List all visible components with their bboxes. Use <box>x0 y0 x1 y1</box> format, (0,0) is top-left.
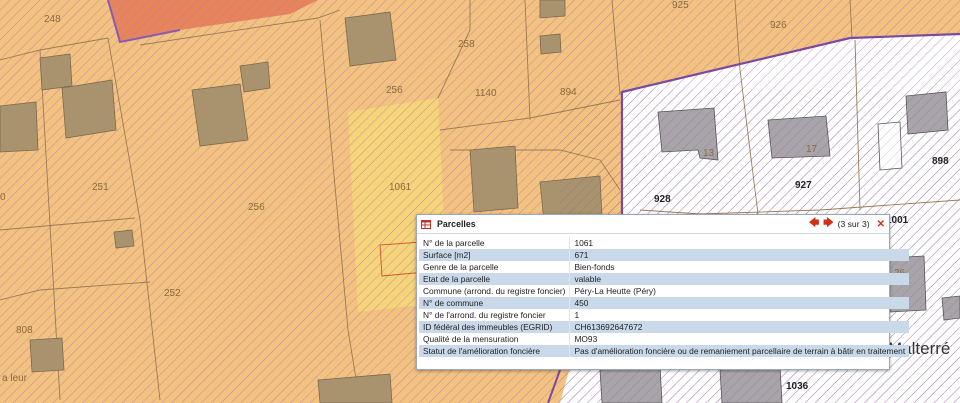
attribute-value: MO93 <box>569 333 910 345</box>
attribute-key: ID fédéral des immeubles (EGRID) <box>419 321 570 333</box>
table-row: Statut de l'amélioration foncière Pas d'a… <box>419 345 910 357</box>
attribute-key: Etat de la parcelle <box>419 273 570 285</box>
attribute-value: 450 <box>569 297 910 309</box>
parcel-label: 258 <box>458 39 475 50</box>
attribute-key: N° de commune <box>419 297 570 309</box>
parcel-label: 248 <box>44 14 61 25</box>
parcel-label: 928 <box>654 194 671 205</box>
edge-label: 0 <box>0 192 6 203</box>
table-row: N° de commune 450 <box>419 297 910 309</box>
parcel-label: 256 <box>248 202 265 213</box>
table-row: Qualité de la mensuration MO93 <box>419 333 910 345</box>
arrow-left-icon[interactable]: 🡄 <box>809 219 819 229</box>
parcel-label: 256 <box>386 85 403 96</box>
parcel-info-popup: Parcelles 🡄 🡆 (3 sur 3) ✕ N° de la parce… <box>416 214 910 370</box>
attribute-key: N° de l'arrond. du registre foncier <box>423 310 546 320</box>
attribute-key: Surface [m2] <box>419 249 570 261</box>
attribute-key: Statut de l'amélioration foncière <box>419 345 570 357</box>
attribute-value: 1061 <box>569 237 910 249</box>
parcel-label: 1061 <box>389 182 412 193</box>
attribute-value: Péry-La Heutte (Péry) <box>569 285 910 297</box>
table-row: Surface [m2] 671 <box>419 249 910 261</box>
parcel-label: 926 <box>770 20 787 31</box>
parcel-label: 251 <box>92 182 109 193</box>
building-label: 17 <box>806 144 818 155</box>
parcel-label: 1140 <box>475 88 497 99</box>
edge-label: a leur <box>2 373 28 384</box>
popup-nav: 🡄 🡆 (3 sur 3) ✕ <box>809 219 885 230</box>
table-row: N° de l'arrond. du registre foncier 1 <box>419 309 910 321</box>
attribute-value: Bien-fonds <box>569 261 910 273</box>
parcel-label: 898 <box>932 156 949 167</box>
popup-header: Parcelles 🡄 🡆 (3 sur 3) ✕ <box>417 215 889 234</box>
parcel-label: 925 <box>672 0 689 11</box>
table-row: Commune (arrond. du registre foncier) Pér… <box>419 285 910 297</box>
attribute-table: N° de la parcelle 1061 Surface [m2] 671 Ge… <box>419 237 910 357</box>
table-row: Etat de la parcelle valable <box>419 273 910 285</box>
table-row: Genre de la parcelle Bien-fonds <box>419 261 910 273</box>
attribute-value: 1 <box>569 309 910 321</box>
close-icon[interactable]: ✕ <box>877 219 885 230</box>
attribute-value: 671 <box>569 249 910 261</box>
building-label: 13 <box>703 148 715 159</box>
attribute-key: Commune (arrond. du registre foncier) <box>423 286 566 296</box>
attribute-key: Qualité de la mensuration <box>423 334 519 344</box>
popup-title: Parcelles <box>437 219 476 229</box>
parcel-label: 808 <box>16 325 33 336</box>
result-counter: (3 sur 3) <box>837 219 870 229</box>
arrow-right-icon[interactable]: 🡆 <box>823 219 833 229</box>
table-icon <box>421 219 431 229</box>
table-row: N° de la parcelle 1061 <box>419 237 910 249</box>
parcel-label: 252 <box>164 288 181 299</box>
attribute-key: Genre de la parcelle <box>423 262 499 272</box>
parcel-label: 927 <box>795 180 812 191</box>
attribute-value: valable <box>569 273 910 285</box>
attribute-value: CH613692647672 <box>569 321 910 333</box>
parcel-label: 1036 <box>786 381 809 392</box>
attribute-value: Pas d'amélioration foncière ou de remani… <box>569 345 910 357</box>
table-row: ID fédéral des immeubles (EGRID) CH613692… <box>419 321 910 333</box>
attribute-key: N° de la parcelle <box>423 238 485 248</box>
parcel-label: 894 <box>560 87 577 98</box>
